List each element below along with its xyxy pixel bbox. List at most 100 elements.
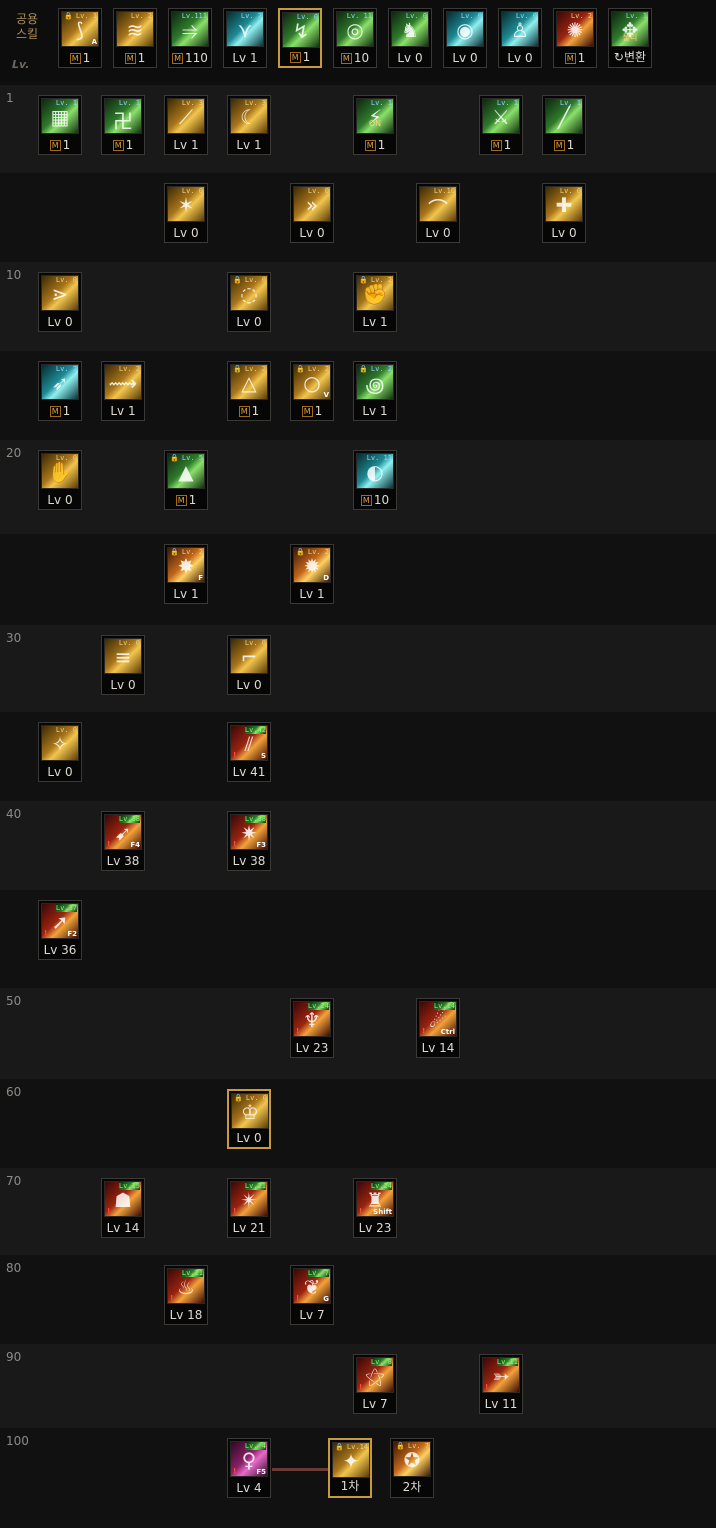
blade-icon[interactable]: ╱ Lv. 1	[545, 98, 583, 134]
skill-slot[interactable]: ⌐ Lv. 0 Lv 0	[227, 635, 271, 695]
meteor-icon[interactable]: ✴ Lv.21!	[230, 1181, 268, 1217]
skill-slot[interactable]: ╱ Lv. 1 M1	[542, 95, 586, 155]
flame-wave-icon[interactable]: ≋ Lv. 2	[116, 11, 154, 47]
skill-slot[interactable]: ↯ Lv. 0 M1	[278, 8, 322, 68]
skill-slot[interactable]: ➹ Lv.38! F4 Lv 38	[101, 811, 145, 871]
hook-icon[interactable]: ⌐ Lv. 0	[230, 638, 268, 674]
skill-slot[interactable]: ⌒ Lv.10 Lv 0	[416, 183, 460, 243]
skill-slot[interactable]: ◐ Lv. 11 M 10	[353, 450, 397, 510]
skill-slot[interactable]: ꩜ Lv. 2 🔒 Lv 1	[353, 361, 397, 421]
skill-slot[interactable]: ♨ Lv.21! Lv 18	[164, 1265, 208, 1325]
fan-icon[interactable]: ⌒ Lv.10	[419, 186, 457, 222]
skill-slot[interactable]: ✚ Lv. 0 Lv 0	[542, 183, 586, 243]
skill-slot[interactable]: ✷ Lv.38! F3 Lv 38	[227, 811, 271, 871]
beast-icon[interactable]: ♞ Lv. 0	[391, 11, 429, 47]
skill-slot[interactable]: ○ Lv. 2 🔒 V M 1	[290, 361, 334, 421]
triangle-icon[interactable]: △ Lv. 2 🔒	[230, 364, 268, 400]
pillar-icon[interactable]: ▲ Lv. 5 🔒	[167, 453, 205, 489]
skill-slot[interactable]: ⋗ Lv. 0 Lv 0	[38, 272, 82, 332]
slash-icon[interactable]: ⟋ Lv. 3	[167, 98, 205, 134]
eye-icon[interactable]: ◉ Lv. 0	[446, 11, 484, 47]
skill-slot[interactable]: ⟆ Lv. 1 🔒 A M 1	[58, 8, 102, 68]
skill-slot[interactable]: △ Lv. 2 🔒 M 1	[227, 361, 271, 421]
skill-slot[interactable]: ◎ Lv. 11 M 10	[333, 8, 377, 68]
skill-slot[interactable]: ✴ Lv.21! Lv 21	[227, 1178, 271, 1238]
skill-slot[interactable]: ➶ Lv. 2 M1	[38, 361, 82, 421]
grid-icon[interactable]: ▦ Lv. 1	[41, 98, 79, 134]
skill-slot[interactable]: ♞ Lv. 0 Lv 0	[388, 8, 432, 68]
skill-slot[interactable]: ▲ Lv. 5 🔒 M 1	[164, 450, 208, 510]
dragon-icon[interactable]: ❦ Lv. 7! G	[293, 1268, 331, 1304]
lance-icon[interactable]: ➚ Lv.37! F2	[41, 903, 79, 939]
crescent-icon[interactable]: ☾ Lv. 3	[230, 98, 268, 134]
inferno-icon[interactable]: ♨ Lv.21!	[167, 1268, 205, 1304]
skill-slot[interactable]: ✹ Lv. 2 🔒 D Lv 1	[290, 544, 334, 604]
giant-icon[interactable]: ♜ Lv.24! Shift	[356, 1181, 394, 1217]
kick-icon[interactable]: ⋗ Lv. 0	[41, 275, 79, 311]
tornado-icon[interactable]: ☄ Lv.14! Ctrl	[419, 1001, 457, 1037]
flare-icon[interactable]: ✷ Lv.38! F3	[230, 814, 268, 850]
titan-icon[interactable]: ☗ Lv.15!	[104, 1181, 142, 1217]
skill-slot[interactable]: ≡ Lv. 0 Lv 0	[101, 635, 145, 695]
lines-icon[interactable]: ≡ Lv. 0	[104, 638, 142, 674]
dash-icon[interactable]: ➶ Lv. 2	[41, 364, 79, 400]
skill-slot[interactable]: ⚔ Lv. 1 M1	[479, 95, 523, 155]
wings-icon[interactable]: ⋎ Lv. 2	[226, 11, 264, 47]
skill-slot[interactable]: ≋ Lv. 2 M1	[113, 8, 157, 68]
spin-icon[interactable]: ◌ Lv. 0 🔒	[230, 275, 268, 311]
skill-slot[interactable]: ✪ Lv. 7 🔒 2차	[390, 1438, 434, 1498]
skill-slot[interactable]: ⋎ Lv. 2 Lv 1	[223, 8, 267, 68]
skill-slot[interactable]: ☾ Lv. 3 Lv 1	[227, 95, 271, 155]
skill-slot[interactable]: ♆ Lv.24! Lv 23	[290, 998, 334, 1058]
compass-icon[interactable]: ✧ Lv. 0	[41, 725, 79, 761]
skill-slot[interactable]: ✶ Lv. 0 Lv 0	[164, 183, 208, 243]
running-figure-icon[interactable]: ⥤ Lv.111	[171, 11, 209, 47]
orbit-icon[interactable]: ◐ Lv. 11	[356, 453, 394, 489]
comet-icon[interactable]: ➳ Lv.11!	[482, 1357, 520, 1393]
awaken-icon[interactable]: ♔ Lv. 0 🔒	[231, 1093, 269, 1129]
skill-slot[interactable]: ◌ Lv. 0 🔒 Lv 0	[227, 272, 271, 332]
skill-slot[interactable]: ⚝ Lv. 8! Lv 7	[353, 1354, 397, 1414]
beast-fist-icon[interactable]: ✊ Lv. 2 🔒	[356, 275, 394, 311]
demon-icon[interactable]: ♆ Lv.24!	[293, 1001, 331, 1037]
fire-icon[interactable]: ✺ Lv. 2	[556, 11, 594, 47]
skill-slot[interactable]: ⥤ Lv.111 M 110	[168, 8, 212, 68]
whip-icon[interactable]: ⟆ Lv. 1 🔒 A	[61, 11, 99, 47]
rush-icon[interactable]: ➹ Lv.38! F4	[104, 814, 142, 850]
skill-slot[interactable]: ⟋ Lv. 3 Lv 1	[164, 95, 208, 155]
skill-slot[interactable]: ♔ Lv. 0 🔒 Lv 0	[227, 1089, 271, 1149]
explosion-icon[interactable]: ✹ Lv. 2 🔒 D	[293, 547, 331, 583]
ultimate-second-icon[interactable]: ✪ Lv. 7 🔒	[393, 1441, 431, 1477]
skill-slot[interactable]: ✋ Lv. 0 Lv 0	[38, 450, 82, 510]
chevrons-icon[interactable]: » Lv. 0	[293, 186, 331, 222]
burst-icon[interactable]: ✸ Lv. 2 🔒 F	[167, 547, 205, 583]
physical-icon[interactable]: ✥ Lv. 1 물리	[611, 11, 649, 47]
ring-icon[interactable]: ○ Lv. 2 🔒 V	[293, 364, 331, 400]
boot-icon[interactable]: ↯ Lv. 0	[282, 12, 320, 48]
swirl-icon[interactable]: ꩜ Lv. 2 🔒	[356, 364, 394, 400]
figure-icon[interactable]: ♙ Lv. 0	[501, 11, 539, 47]
sword-icon[interactable]: ⚔ Lv. 1	[482, 98, 520, 134]
skill-slot[interactable]: ✺ Lv. 2 M1	[553, 8, 597, 68]
skill-slot[interactable]: ⫽ Lv.42! S Lv 41	[227, 722, 271, 782]
skill-slot[interactable]: ✧ Lv. 0 Lv 0	[38, 722, 82, 782]
ultimate-first-icon[interactable]: ✦ Lv.14 🔒	[332, 1442, 370, 1478]
skill-slot[interactable]: ➳ Lv.11! Lv 11	[479, 1354, 523, 1414]
skill-slot[interactable]: » Lv. 0 Lv 0	[290, 183, 334, 243]
skill-slot[interactable]: ⟿ Lv. 2 Lv 1	[101, 361, 145, 421]
skill-slot[interactable]: ☗ Lv.15! Lv 14	[101, 1178, 145, 1238]
streak-icon[interactable]: ⟿ Lv. 2	[104, 364, 142, 400]
skill-slot[interactable]: ❦ Lv. 7! G Lv 7	[290, 1265, 334, 1325]
toggle-on-icon[interactable]: ⚡ Lv. 1 ON	[356, 98, 394, 134]
skill-slot[interactable]: ▦ Lv. 1 M1	[38, 95, 82, 155]
rune-icon[interactable]: 卍 Lv. 1	[104, 98, 142, 134]
skill-slot[interactable]: ⚡ Lv. 1 ON M 1	[353, 95, 397, 155]
skill-slot[interactable]: ✥ Lv. 1 물리 ↻변환	[608, 8, 652, 68]
target-icon[interactable]: ◎ Lv. 11	[336, 11, 374, 47]
skill-slot[interactable]: 卍 Lv. 1 M1	[101, 95, 145, 155]
cross-shield-icon[interactable]: ✚ Lv. 0	[545, 186, 583, 222]
skill-slot[interactable]: ✊ Lv. 2 🔒 Lv 1	[353, 272, 397, 332]
dancer-icon[interactable]: ⚝ Lv. 8!	[356, 1357, 394, 1393]
skill-slot[interactable]: ✸ Lv. 2 🔒 F Lv 1	[164, 544, 208, 604]
skill-slot[interactable]: ◉ Lv. 0 Lv 0	[443, 8, 487, 68]
